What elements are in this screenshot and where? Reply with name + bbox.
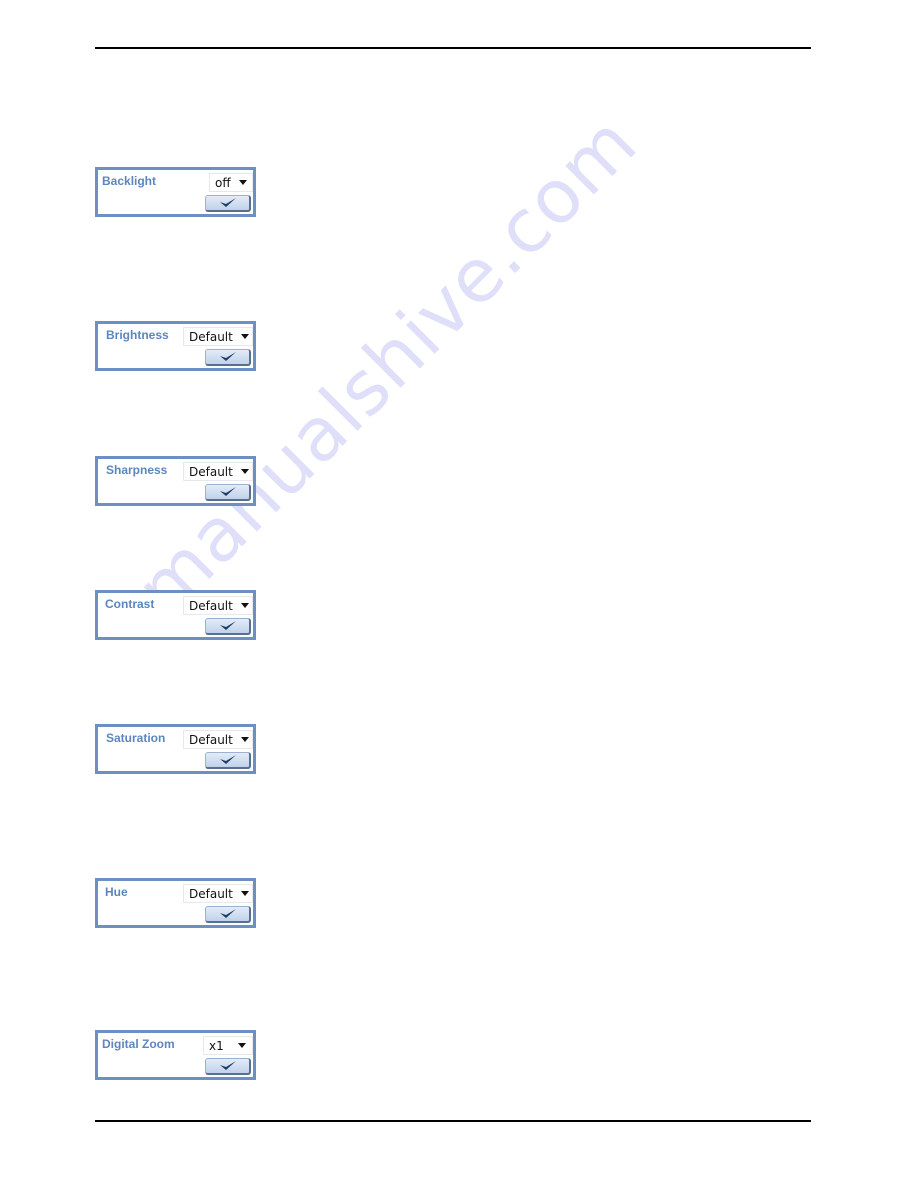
chevron-down-icon (240, 891, 249, 896)
checkmark-icon (219, 621, 236, 630)
brightness-panel: Brightness Default (95, 321, 256, 371)
backlight-value: off (215, 175, 231, 190)
chevron-down-icon (240, 737, 249, 742)
backlight-select[interactable]: off (209, 173, 253, 192)
hue-value: Default (189, 886, 233, 901)
digital-zoom-apply-button[interactable] (205, 1058, 251, 1075)
saturation-select[interactable]: Default (183, 730, 253, 749)
digital-zoom-label: Digital Zoom (102, 1037, 175, 1051)
chevron-down-icon (240, 603, 249, 608)
saturation-panel: Saturation Default (95, 724, 256, 774)
contrast-value: Default (189, 598, 233, 613)
footer-rule (95, 1120, 811, 1122)
sharpness-value: Default (189, 464, 233, 479)
brightness-label: Brightness (106, 328, 169, 342)
checkmark-icon (219, 1061, 236, 1070)
brightness-apply-button[interactable] (205, 349, 251, 366)
chevron-down-icon (238, 180, 247, 185)
checkmark-icon (219, 909, 236, 918)
contrast-label: Contrast (105, 597, 155, 611)
backlight-apply-button[interactable] (205, 195, 251, 212)
checkmark-icon (219, 755, 236, 764)
digital-zoom-value: x1 (209, 1038, 224, 1053)
checkmark-icon (219, 487, 236, 496)
sharpness-select[interactable]: Default (183, 462, 253, 481)
backlight-label: Backlight (102, 174, 157, 188)
digital-zoom-select[interactable]: x1 (203, 1036, 253, 1055)
brightness-select[interactable]: Default (183, 327, 253, 346)
checkmark-icon (219, 198, 236, 207)
checkmark-icon (219, 352, 236, 361)
hue-apply-button[interactable] (205, 906, 251, 923)
brightness-value: Default (189, 329, 233, 344)
saturation-value: Default (189, 732, 233, 747)
hue-label: Hue (105, 885, 128, 899)
hue-panel: Hue Default (95, 878, 256, 928)
sharpness-apply-button[interactable] (205, 484, 251, 501)
contrast-apply-button[interactable] (205, 618, 251, 635)
sharpness-label: Sharpness (106, 463, 168, 477)
sharpness-panel: Sharpness Default (95, 456, 256, 506)
contrast-select[interactable]: Default (183, 596, 253, 615)
digital-zoom-panel: Digital Zoom x1 (95, 1030, 256, 1080)
backlight-panel: Backlight off (95, 167, 256, 217)
chevron-down-icon (237, 1043, 246, 1048)
hue-select[interactable]: Default (183, 884, 253, 903)
contrast-panel: Contrast Default (95, 590, 256, 640)
saturation-apply-button[interactable] (205, 752, 251, 769)
chevron-down-icon (240, 334, 249, 339)
header-rule (95, 47, 811, 49)
saturation-label: Saturation (106, 731, 166, 745)
chevron-down-icon (240, 469, 249, 474)
